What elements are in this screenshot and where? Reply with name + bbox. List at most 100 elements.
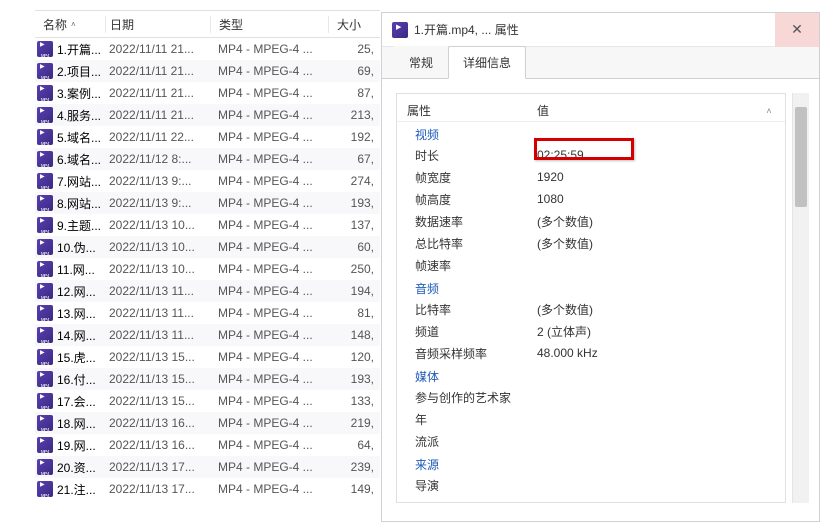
file-type: MP4 - MPEG-4 ... bbox=[210, 174, 328, 188]
file-date: 2022/11/13 16... bbox=[105, 438, 210, 452]
file-name: 14.网... bbox=[57, 327, 96, 344]
file-row[interactable]: 5.域名...2022/11/11 22...MP4 - MPEG-4 ...1… bbox=[35, 126, 380, 148]
file-row[interactable]: 14.网...2022/11/13 11...MP4 - MPEG-4 ...1… bbox=[35, 324, 380, 346]
file-size: 148, bbox=[328, 328, 376, 342]
file-type: MP4 - MPEG-4 ... bbox=[210, 64, 328, 78]
file-row[interactable]: 10.伪...2022/11/13 10...MP4 - MPEG-4 ...6… bbox=[35, 236, 380, 258]
file-row[interactable]: 12.网...2022/11/13 11...MP4 - MPEG-4 ...1… bbox=[35, 280, 380, 302]
file-type: MP4 - MPEG-4 ... bbox=[210, 108, 328, 122]
scroll-up-icon[interactable]: ˄ bbox=[763, 106, 775, 116]
mp4-file-icon bbox=[37, 415, 53, 431]
column-size[interactable]: 大小 bbox=[328, 16, 376, 33]
prop-audio-sample-rate[interactable]: 音频采样频率48.000 kHz bbox=[397, 342, 785, 364]
file-row[interactable]: 13.网...2022/11/13 11...MP4 - MPEG-4 ...8… bbox=[35, 302, 380, 324]
properties-dialog: 1.开篇.mp4, ... 属性 ✕ 常规 详细信息 属性 值 ˄ 视频 时长0… bbox=[381, 12, 820, 522]
group-audio: 音频 bbox=[397, 276, 785, 298]
file-name: 8.网站... bbox=[57, 195, 101, 212]
prop-total-bitrate[interactable]: 总比特率(多个数值) bbox=[397, 232, 785, 254]
mp4-file-icon bbox=[37, 371, 53, 387]
file-row[interactable]: 3.案例...2022/11/11 21...MP4 - MPEG-4 ...8… bbox=[35, 82, 380, 104]
file-row[interactable]: 8.网站...2022/11/13 9:...MP4 - MPEG-4 ...1… bbox=[35, 192, 380, 214]
file-date: 2022/11/12 8:... bbox=[105, 152, 210, 166]
file-name: 3.案例... bbox=[57, 85, 101, 102]
file-name: 13.网... bbox=[57, 305, 96, 322]
file-row[interactable]: 9.主题...2022/11/13 10...MP4 - MPEG-4 ...1… bbox=[35, 214, 380, 236]
file-name: 12.网... bbox=[57, 283, 96, 300]
file-name: 17.会... bbox=[57, 393, 96, 410]
tab-details[interactable]: 详细信息 bbox=[448, 46, 526, 79]
prop-channels[interactable]: 频道2 (立体声) bbox=[397, 320, 785, 342]
file-row[interactable]: 20.资... 2022/11/13 17...MP4 - MPEG-4 ...2… bbox=[35, 456, 380, 478]
file-row[interactable]: 17.会... 2022/11/13 15...MP4 - MPEG-4 ...1… bbox=[35, 390, 380, 412]
file-size: 64, bbox=[328, 438, 376, 452]
file-size: 193, bbox=[328, 372, 376, 386]
file-type: MP4 - MPEG-4 ... bbox=[210, 438, 328, 452]
file-name: 20.资... bbox=[57, 459, 96, 476]
file-list-header: 名称 ˄ 日期 类型 大小 bbox=[35, 10, 380, 38]
prop-year[interactable]: 年 bbox=[397, 408, 785, 430]
prop-frame-width[interactable]: 帧宽度1920 bbox=[397, 166, 785, 188]
vertical-scrollbar[interactable] bbox=[792, 93, 809, 503]
properties-header-row: 属性 值 ˄ bbox=[397, 100, 785, 122]
file-date: 2022/11/13 17... bbox=[105, 460, 210, 474]
file-row[interactable]: 1.开篇...2022/11/11 21...MP4 - MPEG-4 ...2… bbox=[35, 38, 380, 60]
column-type[interactable]: 类型 bbox=[210, 16, 328, 33]
file-type: MP4 - MPEG-4 ... bbox=[210, 218, 328, 232]
file-row[interactable]: 19.网...2022/11/13 16...MP4 - MPEG-4 ...6… bbox=[35, 434, 380, 456]
file-row[interactable]: 7.网站...2022/11/13 9:...MP4 - MPEG-4 ...2… bbox=[35, 170, 380, 192]
file-row[interactable]: 15.虎...2022/11/13 15...MP4 - MPEG-4 ...1… bbox=[35, 346, 380, 368]
file-type: MP4 - MPEG-4 ... bbox=[210, 394, 328, 408]
file-name: 1.开篇... bbox=[57, 41, 101, 58]
close-button[interactable]: ✕ bbox=[775, 13, 819, 47]
file-row[interactable]: 6.域名...2022/11/12 8:...MP4 - MPEG-4 ...6… bbox=[35, 148, 380, 170]
prop-frame-height[interactable]: 帧高度1080 bbox=[397, 188, 785, 210]
prop-artist[interactable]: 参与创作的艺术家 bbox=[397, 386, 785, 408]
file-name: 5.域名... bbox=[57, 129, 101, 146]
file-size: 219, bbox=[328, 416, 376, 430]
file-row[interactable]: 2.项目...2022/11/11 21...MP4 - MPEG-4 ...6… bbox=[35, 60, 380, 82]
prop-frame-rate[interactable]: 帧速率 bbox=[397, 254, 785, 276]
file-type: MP4 - MPEG-4 ... bbox=[210, 482, 328, 496]
file-row[interactable]: 16.付...2022/11/13 15...MP4 - MPEG-4 ...1… bbox=[35, 368, 380, 390]
file-name: 9.主题... bbox=[57, 217, 101, 234]
file-date: 2022/11/13 17... bbox=[105, 482, 210, 496]
tab-general[interactable]: 常规 bbox=[394, 46, 448, 78]
file-size: 133, bbox=[328, 394, 376, 408]
prop-genre[interactable]: 流派 bbox=[397, 430, 785, 452]
file-size: 274, bbox=[328, 174, 376, 188]
file-date: 2022/11/13 10... bbox=[105, 262, 210, 276]
file-type: MP4 - MPEG-4 ... bbox=[210, 86, 328, 100]
file-row[interactable]: 4.服务...2022/11/11 21...MP4 - MPEG-4 ...2… bbox=[35, 104, 380, 126]
file-type: MP4 - MPEG-4 ... bbox=[210, 460, 328, 474]
file-size: 25, bbox=[328, 42, 376, 56]
file-row[interactable]: 18.网...2022/11/13 16...MP4 - MPEG-4 ...2… bbox=[35, 412, 380, 434]
file-size: 87, bbox=[328, 86, 376, 100]
close-icon: ✕ bbox=[791, 21, 803, 38]
mp4-file-icon bbox=[37, 481, 53, 497]
file-size: 239, bbox=[328, 460, 376, 474]
file-size: 193, bbox=[328, 196, 376, 210]
file-size: 192, bbox=[328, 130, 376, 144]
prop-director[interactable]: 导演 bbox=[397, 474, 785, 496]
prop-audio-bitrate[interactable]: 比特率(多个数值) bbox=[397, 298, 785, 320]
file-type: MP4 - MPEG-4 ... bbox=[210, 240, 328, 254]
file-row[interactable]: 21.注...2022/11/13 17...MP4 - MPEG-4 ...1… bbox=[35, 478, 380, 500]
sort-ascending-icon: ˄ bbox=[71, 20, 76, 29]
file-date: 2022/11/13 15... bbox=[105, 394, 210, 408]
column-name[interactable]: 名称 ˄ bbox=[35, 16, 105, 33]
file-size: 137, bbox=[328, 218, 376, 232]
mp4-file-icon bbox=[37, 283, 53, 299]
file-rows: 1.开篇...2022/11/11 21...MP4 - MPEG-4 ...2… bbox=[35, 38, 380, 500]
prop-data-rate[interactable]: 数据速率(多个数值) bbox=[397, 210, 785, 232]
header-value: 值 bbox=[537, 102, 763, 119]
dialog-titlebar[interactable]: 1.开篇.mp4, ... 属性 ✕ bbox=[382, 13, 819, 47]
file-type: MP4 - MPEG-4 ... bbox=[210, 42, 328, 56]
scrollbar-thumb[interactable] bbox=[795, 107, 807, 207]
file-date: 2022/11/13 11... bbox=[105, 328, 210, 342]
file-row[interactable]: 11.网...2022/11/13 10...MP4 - MPEG-4 ...2… bbox=[35, 258, 380, 280]
header-attr: 属性 bbox=[407, 102, 537, 119]
tab-details-label: 详细信息 bbox=[463, 56, 511, 70]
file-type: MP4 - MPEG-4 ... bbox=[210, 350, 328, 364]
column-date[interactable]: 日期 bbox=[105, 16, 210, 33]
prop-duration[interactable]: 时长02:25:59 bbox=[397, 144, 785, 166]
